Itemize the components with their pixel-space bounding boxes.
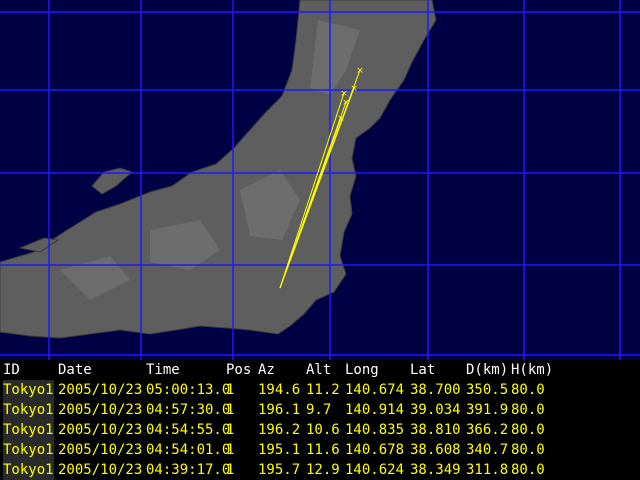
cell-date: 2005/10/23 (58, 422, 143, 438)
cell-pos: 1 (226, 402, 235, 418)
cell-time: 05:00:13.0 (146, 382, 231, 398)
cell-id: Tokyo1 (3, 440, 54, 460)
cell-height: 80.0 (511, 402, 545, 418)
cell-az: 196.1 (258, 402, 301, 418)
table-header: ID Date Time Pos Az Alt Long Lat D(km) H… (0, 360, 640, 380)
cell-distance: 311.8 (466, 462, 509, 478)
cell-height: 80.0 (511, 422, 545, 438)
cell-distance: 366.2 (466, 422, 509, 438)
cell-date: 2005/10/23 (58, 382, 143, 398)
cell-alt: 9.7 (306, 402, 332, 418)
cell-distance: 340.7 (466, 442, 509, 458)
cell-az: 194.6 (258, 382, 301, 398)
meteor-endpoint-marker-icon: × (337, 114, 345, 124)
cell-long: 140.624 (345, 462, 405, 478)
cell-date: 2005/10/23 (58, 402, 143, 418)
meteor-endpoint-marker-icon: × (356, 66, 364, 76)
cell-pos: 1 (226, 462, 235, 478)
cell-height: 80.0 (511, 462, 545, 478)
cell-long: 140.914 (345, 402, 405, 418)
cell-id: Tokyo1 (3, 420, 54, 440)
meteor-endpoint-marker-icon: × (350, 84, 358, 94)
header-az: Az (258, 362, 275, 378)
cell-lat: 38.700 (410, 382, 461, 398)
header-alt: Alt (306, 362, 332, 378)
cell-alt: 11.2 (306, 382, 340, 398)
cell-lat: 38.608 (410, 442, 461, 458)
cell-az: 195.7 (258, 462, 301, 478)
cell-az: 195.1 (258, 442, 301, 458)
table-row[interactable]: Tokyo1 2005/10/23 05:00:13.0 1 194.6 11.… (0, 380, 640, 400)
cell-height: 80.0 (511, 382, 545, 398)
cell-az: 196.2 (258, 422, 301, 438)
header-date: Date (58, 362, 92, 378)
header-lat: Lat (410, 362, 436, 378)
cell-time: 04:39:17.0 (146, 462, 231, 478)
meteor-endpoint-marker-icon: × (340, 89, 348, 99)
header-height: H(km) (511, 362, 554, 378)
observation-table: ID Date Time Pos Az Alt Long Lat D(km) H… (0, 360, 640, 480)
cell-id: Tokyo1 (3, 460, 54, 480)
cell-distance: 391.9 (466, 402, 509, 418)
cell-date: 2005/10/23 (58, 442, 143, 458)
header-id: ID (3, 362, 20, 378)
cell-id: Tokyo1 (3, 400, 54, 420)
cell-long: 140.674 (345, 382, 405, 398)
cell-alt: 11.6 (306, 442, 340, 458)
header-distance: D(km) (466, 362, 509, 378)
header-pos: Pos (226, 362, 252, 378)
cell-lat: 39.034 (410, 402, 461, 418)
cell-height: 80.0 (511, 442, 545, 458)
cell-alt: 12.9 (306, 462, 340, 478)
header-time: Time (146, 362, 180, 378)
cell-date: 2005/10/23 (58, 462, 143, 478)
cell-time: 04:54:01.0 (146, 442, 231, 458)
cell-id: Tokyo1 (3, 380, 54, 400)
cell-alt: 10.6 (306, 422, 340, 438)
cell-time: 04:54:55.0 (146, 422, 231, 438)
cell-long: 140.678 (345, 442, 405, 458)
table-row[interactable]: Tokyo1 2005/10/23 04:57:30.0 1 196.1 9.7… (0, 400, 640, 420)
cell-pos: 1 (226, 382, 235, 398)
table-row[interactable]: Tokyo1 2005/10/23 04:39:17.0 1 195.7 12.… (0, 460, 640, 480)
header-long: Long (345, 362, 379, 378)
table-row[interactable]: Tokyo1 2005/10/23 04:54:55.0 1 196.2 10.… (0, 420, 640, 440)
table-row[interactable]: Tokyo1 2005/10/23 04:54:01.0 1 195.1 11.… (0, 440, 640, 460)
cell-distance: 350.5 (466, 382, 509, 398)
cell-time: 04:57:30.0 (146, 402, 231, 418)
cell-lat: 38.810 (410, 422, 461, 438)
cell-long: 140.835 (345, 422, 405, 438)
cell-lat: 38.349 (410, 462, 461, 478)
cell-pos: 1 (226, 422, 235, 438)
cell-pos: 1 (226, 442, 235, 458)
